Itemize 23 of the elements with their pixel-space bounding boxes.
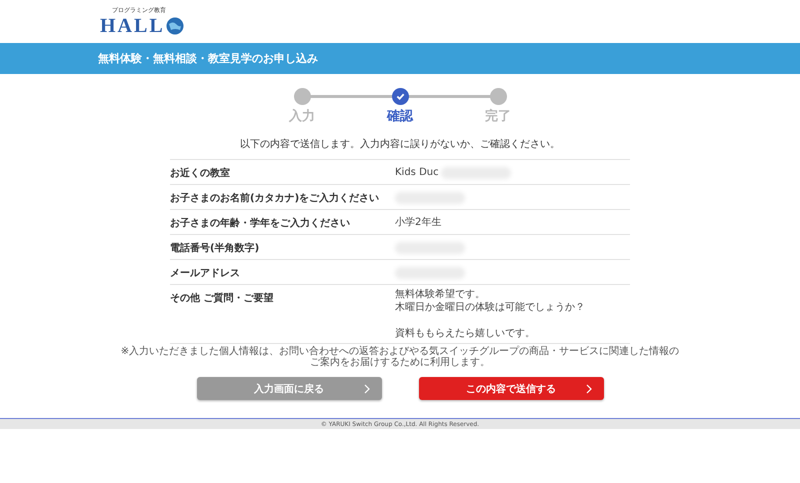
logo-wordmark: HALL bbox=[100, 14, 165, 38]
step-label: 入力 bbox=[289, 108, 315, 125]
field-value: Kids Duc bbox=[395, 167, 439, 179]
chevron-icon bbox=[586, 384, 592, 394]
privacy-note: ※入力いただきました個人情報は、お問い合わせへの返答およびやる気スイッチグループの商品・サービスに関連した情報のご案内をお届けするために利用します。 bbox=[120, 346, 680, 368]
field-label: お子さまのお名前(カタカナ)をご入力ください bbox=[170, 192, 380, 206]
intro-text: 以下の内容で送信します。入力内容に誤りがないか、ご確認ください。 bbox=[240, 138, 560, 151]
field-value: 資料ももらえたら嬉しいです。 bbox=[395, 328, 536, 340]
globe-icon bbox=[166, 17, 184, 35]
banner-title: 無料体験・無料相談・教室見学のお申し込み bbox=[98, 51, 318, 66]
field-value: 木曜日か金曜日の体験は可能でしょうか？ bbox=[395, 302, 585, 314]
chevron-icon bbox=[364, 384, 370, 394]
field-value: 小学2年生 bbox=[395, 217, 442, 229]
field-label: 電話番号(半角数字) bbox=[170, 241, 260, 256]
submit-button[interactable]: この内容で送信する bbox=[418, 377, 604, 400]
field-label: お近くの教室 bbox=[170, 166, 231, 181]
step-label: 完了 bbox=[485, 108, 511, 125]
field-label: その他 ご質問・ご要望 bbox=[170, 292, 274, 306]
field-label: お子さまの年齢・学年をご入力ください bbox=[170, 216, 351, 231]
step-label: 確認 bbox=[387, 108, 413, 125]
field-value: 無料体験希望です。 bbox=[395, 289, 486, 301]
back-button[interactable]: 入力画面に戻る bbox=[196, 377, 382, 400]
field-label: メールアドレス bbox=[170, 267, 241, 281]
